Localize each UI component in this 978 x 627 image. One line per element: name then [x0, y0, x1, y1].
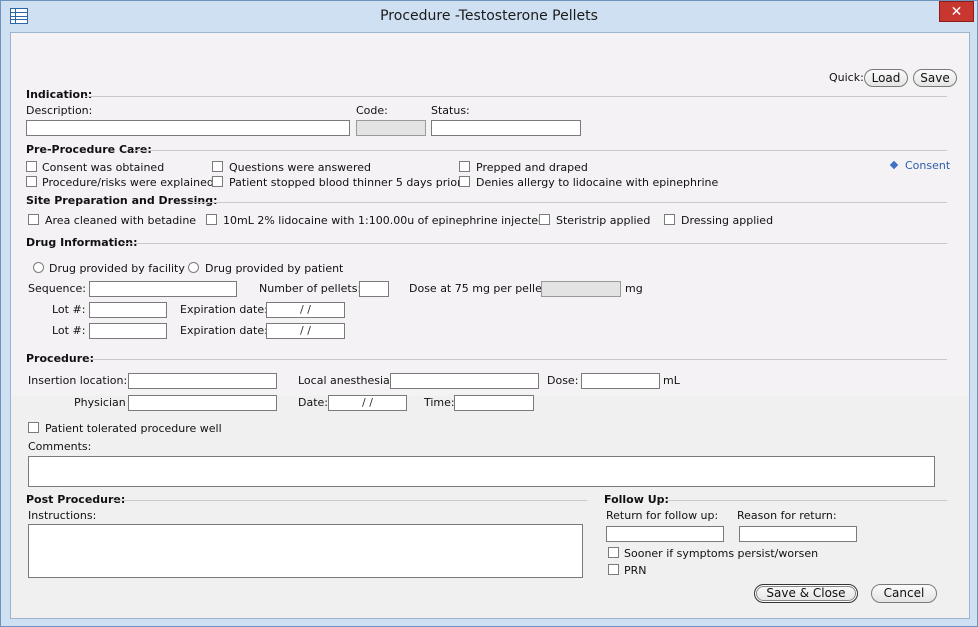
comments-label: Comments: — [28, 440, 92, 453]
expiration-input-1[interactable]: / / — [266, 302, 345, 318]
prepped-draped-checkbox[interactable] — [459, 161, 470, 172]
expiration-label-2: Expiration date: — [180, 324, 268, 337]
diamond-bullet-icon — [889, 160, 899, 170]
dose-per-pellet-label: Dose at 75 mg per pellet: — [409, 282, 550, 295]
title-bar[interactable]: Procedure -Testosterone Pellets ✕ — [1, 1, 977, 32]
questions-answered-checkbox[interactable] — [212, 161, 223, 172]
reason-label: Reason for return: — [737, 509, 837, 522]
prn-label: PRN — [624, 564, 647, 577]
follow-up-heading: Follow Up: — [604, 493, 669, 506]
blood-thinner-label: Patient stopped blood thinner 5 days pri… — [229, 176, 462, 189]
lot-label-2: Lot #: — [52, 324, 86, 337]
physician-input[interactable] — [128, 395, 277, 411]
drug-info-divider — [123, 243, 947, 244]
drug-facility-label: Drug provided by facility — [49, 262, 185, 275]
steristrip-label: Steristrip applied — [556, 214, 651, 227]
reason-input[interactable] — [739, 526, 857, 542]
consent-obtained-label: Consent was obtained — [42, 161, 165, 174]
insertion-input[interactable] — [128, 373, 277, 389]
sequence-input[interactable] — [89, 281, 237, 297]
sooner-checkbox[interactable] — [608, 547, 619, 558]
close-icon: ✕ — [950, 4, 963, 20]
cancel-button[interactable]: Cancel — [871, 584, 937, 603]
risks-explained-label: Procedure/risks were explained — [42, 176, 214, 189]
pellets-label: Number of pellets: — [259, 282, 362, 295]
blood-thinner-checkbox[interactable] — [212, 176, 223, 187]
lidocaine-injected-label: 10mL 2% lidocaine with 1:100.00u of epin… — [223, 214, 546, 227]
lot-input-2[interactable] — [89, 323, 167, 339]
return-input[interactable] — [606, 526, 724, 542]
time-label: Time: — [424, 396, 455, 409]
risks-explained-checkbox[interactable] — [26, 176, 37, 187]
physician-label: Physician — [74, 396, 126, 409]
denies-allergy-checkbox[interactable] — [459, 176, 470, 187]
pellets-input[interactable] — [359, 281, 389, 297]
lot-input-1[interactable] — [89, 302, 167, 318]
prn-checkbox[interactable] — [608, 564, 619, 575]
insertion-label: Insertion location: — [28, 374, 128, 387]
denies-allergy-label: Denies allergy to lidocaine with epineph… — [476, 176, 719, 189]
dressing-checkbox[interactable] — [664, 214, 675, 225]
betadine-label: Area cleaned with betadine — [45, 214, 197, 227]
pre-care-divider — [133, 150, 947, 151]
indication-divider — [85, 96, 947, 97]
site-prep-divider — [187, 202, 947, 203]
drug-patient-radio[interactable] — [188, 262, 199, 273]
procedure-dose-unit: mL — [663, 374, 680, 387]
betadine-checkbox[interactable] — [28, 214, 39, 225]
site-prep-heading: Site Preparation and Dressing: — [26, 194, 218, 207]
sooner-label: Sooner if symptoms persist/worsen — [624, 547, 819, 560]
indication-heading: Indication: — [26, 88, 93, 101]
instructions-label: Instructions: — [28, 509, 97, 522]
status-label: Status: — [431, 104, 470, 117]
anesthesia-input[interactable] — [390, 373, 539, 389]
procedure-dose-label: Dose: — [547, 374, 579, 387]
procedure-window: Procedure -Testosterone Pellets ✕ Quick:… — [0, 0, 978, 627]
code-label: Code: — [356, 104, 388, 117]
dose-unit-label: mg — [625, 282, 643, 295]
sequence-label: Sequence: — [28, 282, 86, 295]
consent-obtained-checkbox[interactable] — [26, 161, 37, 172]
save-close-button[interactable]: Save & Close — [754, 584, 858, 603]
lidocaine-injected-checkbox[interactable] — [206, 214, 217, 225]
description-input[interactable] — [26, 120, 350, 136]
dressing-label: Dressing applied — [681, 214, 774, 227]
procedure-divider — [85, 359, 947, 360]
anesthesia-label: Local anesthesia: — [298, 374, 394, 387]
drug-facility-radio[interactable] — [33, 262, 44, 273]
steristrip-checkbox[interactable] — [539, 214, 550, 225]
expiration-label-1: Expiration date: — [180, 303, 268, 316]
post-procedure-heading: Post Procedure: — [26, 493, 126, 506]
quick-label: Quick: — [829, 71, 864, 84]
tolerated-checkbox[interactable] — [28, 422, 39, 433]
lot-label-1: Lot #: — [52, 303, 86, 316]
questions-answered-label: Questions were answered — [229, 161, 371, 174]
time-input[interactable] — [454, 395, 534, 411]
drug-info-heading: Drug Information: — [26, 236, 138, 249]
consent-link-label: Consent — [905, 159, 951, 172]
drug-patient-label: Drug provided by patient — [205, 262, 344, 275]
instructions-textarea[interactable] — [28, 524, 583, 578]
follow-up-divider — [666, 500, 947, 501]
prepped-draped-label: Prepped and draped — [476, 161, 588, 174]
procedure-dose-input[interactable] — [581, 373, 660, 389]
comments-textarea[interactable] — [28, 456, 935, 487]
quick-load-button[interactable]: Load — [864, 69, 908, 87]
date-label: Date: — [298, 396, 328, 409]
status-input[interactable] — [431, 120, 581, 136]
dose-total-input — [541, 281, 621, 297]
return-label: Return for follow up: — [606, 509, 719, 522]
description-label: Description: — [26, 104, 93, 117]
form-body: Quick: Load Save Indication: Description… — [10, 32, 970, 619]
close-button[interactable]: ✕ — [939, 1, 974, 22]
procedure-heading: Procedure: — [26, 352, 95, 365]
quick-save-button[interactable]: Save — [913, 69, 957, 87]
date-input[interactable]: / / — [328, 395, 407, 411]
tolerated-label: Patient tolerated procedure well — [45, 422, 222, 435]
post-procedure-divider — [112, 500, 587, 501]
window-title: Procedure -Testosterone Pellets — [380, 8, 598, 24]
expiration-input-2[interactable]: / / — [266, 323, 345, 339]
consent-link[interactable]: Consent — [889, 159, 951, 172]
code-input — [356, 120, 426, 136]
